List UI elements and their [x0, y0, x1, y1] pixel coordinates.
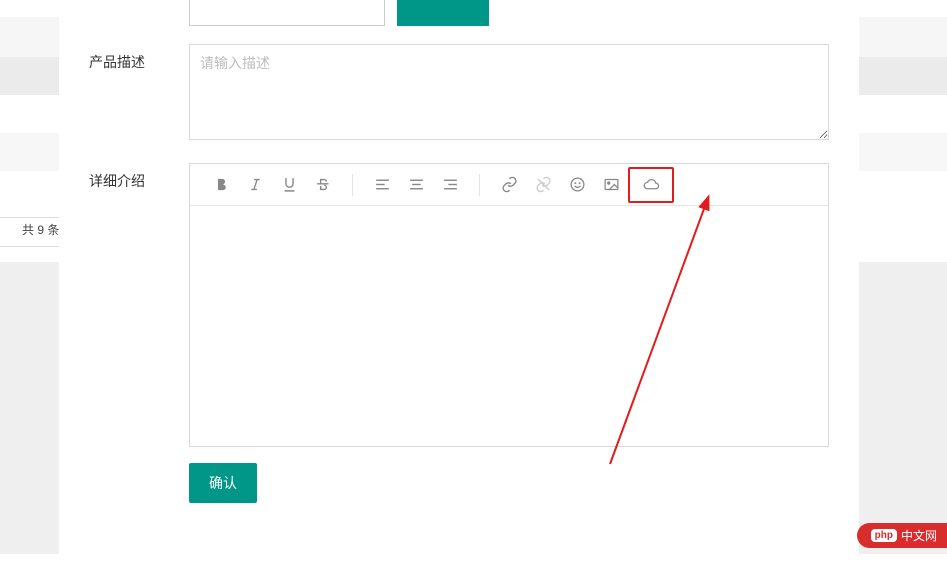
strikethrough-icon[interactable] — [306, 169, 340, 201]
editor-toolbar — [190, 164, 828, 206]
underline-icon[interactable] — [272, 169, 306, 201]
bold-icon[interactable] — [204, 169, 238, 201]
align-left-icon[interactable] — [365, 169, 399, 201]
italic-icon[interactable] — [238, 169, 272, 201]
smile-icon[interactable] — [560, 169, 594, 201]
editor-content-area[interactable] — [190, 206, 828, 446]
toolbar-group-format — [196, 169, 348, 201]
watermark-prefix: php — [871, 529, 897, 542]
align-right-icon[interactable] — [433, 169, 467, 201]
toolbar-separator — [352, 174, 353, 196]
modal-overlay: 产品描述 详细介绍 — [0, 0, 947, 554]
description-label: 产品描述 — [89, 44, 189, 72]
link-icon[interactable] — [492, 169, 526, 201]
text-input[interactable] — [189, 0, 385, 26]
description-field — [189, 44, 829, 145]
form-field-top — [189, 0, 829, 26]
image-icon[interactable] — [594, 169, 628, 201]
upload-button[interactable] — [397, 0, 489, 26]
toolbar-separator — [479, 174, 480, 196]
toolbar-group-link — [484, 167, 682, 203]
watermark-text: 中文网 — [901, 527, 937, 544]
record-count: 共 9 条 — [22, 221, 59, 238]
modal-dialog: 产品描述 详细介绍 — [59, 0, 859, 561]
confirm-button[interactable]: 确认 — [189, 463, 257, 503]
detail-field: 确认 — [189, 163, 829, 503]
form-row-description: 产品描述 — [89, 44, 829, 145]
watermark-badge: php 中文网 — [857, 523, 947, 548]
form-row-detail: 详细介绍 — [89, 163, 829, 503]
form-row-hidden-top — [89, 0, 829, 26]
rich-text-editor — [189, 163, 829, 447]
unlink-icon — [526, 169, 560, 201]
description-textarea[interactable] — [189, 44, 829, 140]
cloud-icon[interactable] — [628, 167, 674, 203]
align-center-icon[interactable] — [399, 169, 433, 201]
watermark: php 中文网 — [857, 523, 947, 548]
detail-label: 详细介绍 — [89, 163, 189, 191]
toolbar-group-align — [357, 169, 475, 201]
